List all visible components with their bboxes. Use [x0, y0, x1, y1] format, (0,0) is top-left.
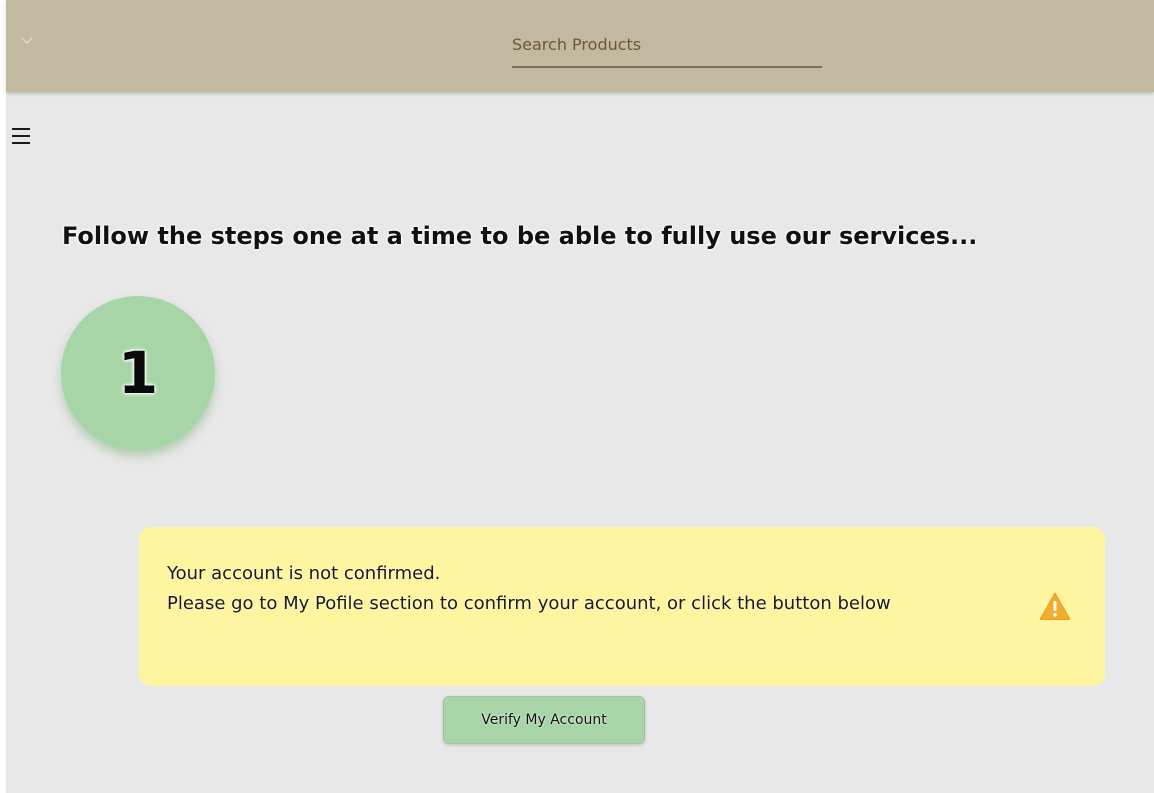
page-frame: Follow the steps one at a time to be abl… — [6, 0, 1154, 793]
top-bar — [6, 0, 1154, 92]
alert-message-line-1: Your account is not confirmed. — [167, 563, 441, 584]
chevron-down-icon[interactable] — [19, 34, 35, 48]
step-number: 1 — [117, 339, 159, 407]
alert-message-line-2: Please go to My Pofile section to confir… — [167, 593, 891, 614]
search-field — [512, 24, 822, 68]
verify-account-button[interactable]: Verify My Account — [443, 696, 645, 744]
search-input[interactable] — [512, 24, 822, 64]
step-indicator: 1 — [61, 296, 215, 450]
warning-icon — [1039, 592, 1071, 620]
page-headline: Follow the steps one at a time to be abl… — [62, 222, 978, 250]
hamburger-menu-icon[interactable] — [12, 128, 30, 144]
account-warning-alert: Your account is not confirmed. Please go… — [139, 527, 1105, 686]
